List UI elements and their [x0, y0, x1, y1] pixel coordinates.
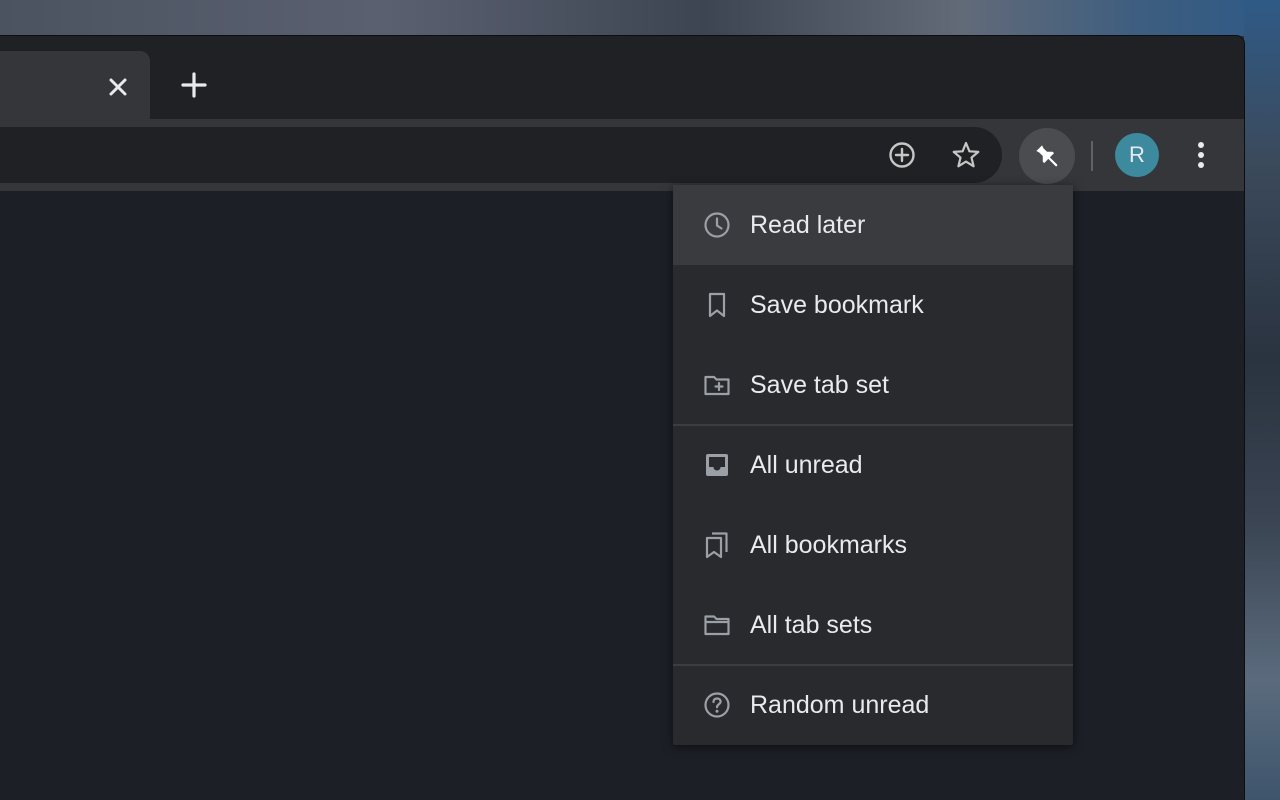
folder-icon	[703, 611, 731, 639]
menu-item-all-unread[interactable]: All unread	[673, 425, 1073, 505]
star-icon	[952, 141, 980, 168]
more-vert-icon	[1198, 142, 1204, 168]
menu-item-label: Save bookmark	[750, 291, 924, 319]
extension-button[interactable]	[1019, 128, 1075, 184]
profile-avatar[interactable]: R	[1115, 133, 1159, 177]
desktop-wallpaper-right	[1244, 0, 1280, 800]
toolbar-separator	[1091, 141, 1093, 171]
inbox-icon	[703, 451, 731, 479]
bookmark-icon	[703, 291, 731, 319]
menu-item-label: All bookmarks	[750, 531, 907, 559]
add-circle-icon	[889, 142, 915, 168]
menu-item-read-later[interactable]: Read later	[673, 185, 1073, 265]
tab-strip	[0, 36, 1244, 119]
menu-item-save-tab-set[interactable]: Save tab set	[673, 345, 1073, 425]
clock-icon	[703, 211, 731, 239]
extension-popup-menu: Read later Save bookmark Save tab set Al…	[673, 185, 1073, 745]
close-icon	[109, 78, 127, 96]
toolbar: R	[0, 119, 1244, 191]
menu-item-label: Read later	[750, 211, 866, 239]
help-circle-icon	[703, 691, 731, 719]
tab-close-button[interactable]	[102, 71, 134, 103]
add-button[interactable]	[882, 135, 922, 175]
menu-item-label: All unread	[750, 451, 863, 479]
avatar-initial: R	[1129, 142, 1145, 167]
active-tab[interactable]	[0, 51, 150, 119]
address-bar[interactable]	[0, 127, 1002, 183]
new-tab-button[interactable]	[176, 67, 212, 103]
folder-add-icon	[703, 371, 731, 399]
menu-item-random-unread[interactable]: Random unread	[673, 665, 1073, 745]
menu-item-all-tab-sets[interactable]: All tab sets	[673, 585, 1073, 665]
desktop-wallpaper-top	[0, 0, 1280, 36]
menu-item-save-bookmark[interactable]: Save bookmark	[673, 265, 1073, 345]
menu-item-label: All tab sets	[750, 611, 873, 639]
more-menu-button[interactable]	[1181, 135, 1221, 175]
menu-item-all-bookmarks[interactable]: All bookmarks	[673, 505, 1073, 585]
bookmark-star-button[interactable]	[946, 135, 986, 175]
bookmarks-icon	[703, 531, 731, 559]
menu-item-label: Save tab set	[750, 371, 889, 399]
menu-item-label: Random unread	[750, 691, 930, 719]
plus-icon	[181, 72, 207, 98]
pin-icon	[1036, 145, 1058, 167]
